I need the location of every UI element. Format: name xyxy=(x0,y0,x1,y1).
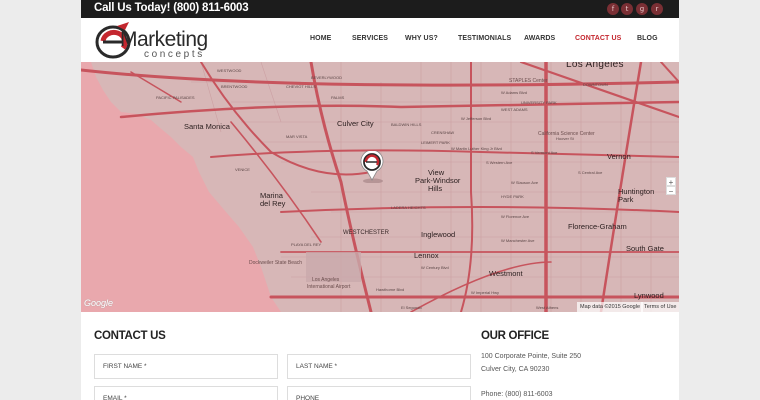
map-label-manchester-ave: W Manchester Ave xyxy=(501,238,535,243)
nav-testimonials[interactable]: TESTIMONIALS xyxy=(458,35,511,42)
map-label-baldwin-hills: BALDWIN HILLS xyxy=(391,122,422,127)
map-label-century-blvd: W Century Blvd xyxy=(421,265,449,270)
map-label-brentwood: BRENTWOOD xyxy=(221,84,248,89)
map-label-pacific-palisades: PACIFIC PALISADES xyxy=(156,95,195,100)
map-label-florence-graham: Florence-Graham xyxy=(568,222,627,231)
last-name-field[interactable]: LAST NAME * xyxy=(287,354,471,379)
office-phone: Phone: (800) 811-6003 xyxy=(481,391,553,398)
our-office-heading: OUR OFFICE xyxy=(481,330,549,342)
map-label-vermont-ave: S Vermont Ave xyxy=(531,150,558,155)
map-label-westmont: Westmont xyxy=(489,269,523,278)
map-label-los-angeles: Los Angeles xyxy=(566,62,624,70)
rss-icon[interactable]: r xyxy=(651,3,663,15)
top-bar: Call Us Today! (800) 811-6003 f t g r xyxy=(81,0,679,18)
map-label-huntington-park: Park xyxy=(618,195,634,204)
nav-services[interactable]: SERVICES xyxy=(352,35,388,42)
map-label-inglewood: Inglewood xyxy=(421,230,456,239)
map-label-leimert-park: LEIMERT PARK xyxy=(421,140,450,145)
nav-why-us[interactable]: WHY US? xyxy=(405,35,438,42)
first-name-field[interactable]: FIRST NAME * xyxy=(94,354,278,379)
map-label-adams-blvd: W Adams Blvd xyxy=(501,90,528,95)
map-label-mar-vista: MAR VISTA xyxy=(286,134,308,139)
twitter-icon[interactable]: t xyxy=(621,3,633,15)
map-label-playa-del-rey: PLAYA DEL REY xyxy=(291,242,322,247)
office-address-line1: 100 Corporate Pointe, Suite 250 xyxy=(481,353,582,360)
map-label-jefferson-blvd: W Jefferson Blvd xyxy=(461,116,492,121)
map-label-dockweiler: Dockweiler State Beach xyxy=(249,260,303,266)
map-label-westchester: WESTCHESTER xyxy=(343,230,390,236)
facebook-icon[interactable]: f xyxy=(607,3,619,15)
phone-field[interactable]: PHONE xyxy=(287,386,471,400)
map-label-imperial-hwy: W Imperial Hwy xyxy=(471,290,500,295)
map-label-beverlywood: BEVERLYWOOD xyxy=(311,75,343,80)
google-plus-icon[interactable]: g xyxy=(636,3,648,15)
map-label-del-rey: del Rey xyxy=(260,199,286,208)
google-logo: Google xyxy=(84,298,114,308)
contact-us-heading: CONTACT US xyxy=(94,330,166,342)
map-label-florence-ave: W Florence Ave xyxy=(501,214,530,219)
map-label-palms: PALMS xyxy=(331,95,345,100)
map-label-slauson-ave: W Slauson Ave xyxy=(511,180,539,185)
map-label-west-adams: WEST ADAMS xyxy=(501,107,528,112)
office-location-pin[interactable] xyxy=(359,151,385,183)
map-label-crenshaw: CRENSHAW xyxy=(431,130,455,135)
site-logo[interactable]: Marketing concepts xyxy=(95,22,237,62)
map-label-view-park-3: Hills xyxy=(428,184,443,193)
map-label-south-gate: South Gate xyxy=(626,244,664,253)
map-label-university-park: UNIVERSITY PARK xyxy=(521,100,557,105)
nav-awards[interactable]: AWARDS xyxy=(524,35,555,42)
map-label-mlk-blvd: W Martin Luther King Jr Blvd xyxy=(451,146,502,151)
map-label-lennox: Lennox xyxy=(414,251,439,260)
map-label-staples-center: STAPLES Center xyxy=(509,78,548,84)
map-label-santa-monica: Santa Monica xyxy=(184,122,230,131)
map-label-cheviot-hills: CHEVIOT HILLS xyxy=(286,84,316,89)
map-label-downtown: DOWNTOWN xyxy=(583,82,608,87)
map-label-westwood: WESTWOOD xyxy=(217,68,242,73)
map-label-central-ave: S Central Ave xyxy=(578,170,603,175)
logo-tagline: concepts xyxy=(144,49,205,60)
map-data-attribution: Map data ©2015 Google xyxy=(577,302,644,312)
map-label-lax-2: International Airport xyxy=(307,284,351,290)
map-label-el-segundo: El Segundo xyxy=(401,305,422,310)
map-label-hyde-park: HYDE PARK xyxy=(501,194,524,199)
map-label-venice: VENICE xyxy=(235,167,250,172)
map-label-western-ave: S Western Ave xyxy=(486,160,513,165)
nav-blog[interactable]: BLOG xyxy=(637,35,658,42)
site-header: Marketing concepts HOME SERVICES WHY US?… xyxy=(81,18,679,62)
map-label-lax: Los Angeles xyxy=(312,277,340,283)
map-label-lynwood: Lynwood xyxy=(634,291,664,300)
map-label-hawthorne-blvd: Hawthorne Blvd xyxy=(376,287,405,292)
map-label-west-athens: West Athens xyxy=(536,305,559,310)
call-us-text: Call Us Today! (800) 811-6003 xyxy=(94,2,249,14)
nav-contact-us[interactable]: CONTACT US xyxy=(575,35,621,42)
nav-home[interactable]: HOME xyxy=(310,35,331,42)
map-zoom-in-button[interactable]: + xyxy=(666,177,676,187)
google-map[interactable]: Los Angeles Santa Monica Culver City Vie… xyxy=(81,62,679,312)
page: Call Us Today! (800) 811-6003 f t g r Ma… xyxy=(81,0,679,400)
office-address-line2: Culver City, CA 90230 xyxy=(481,366,550,373)
email-field[interactable]: EMAIL * xyxy=(94,386,278,400)
map-label-ladera-heights: LADERA HEIGHTS xyxy=(391,205,426,210)
map-label-culver-city: Culver City xyxy=(337,119,374,128)
map-label-vernon: Vernon xyxy=(607,152,631,161)
map-label-hoover-st: Hoover St xyxy=(556,136,574,141)
map-terms-link[interactable]: Terms of Use xyxy=(641,302,679,312)
map-zoom-out-button[interactable]: − xyxy=(666,186,676,196)
